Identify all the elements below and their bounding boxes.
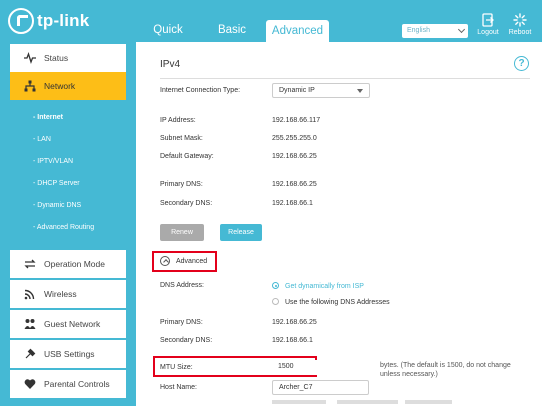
sidebar: Status Network - Internet - LAN - IPTV/V… [0,42,136,406]
swap-icon [24,259,36,269]
sidebar-item-label: Status [44,53,69,63]
primary-dns-value: 192.168.66.25 [272,181,317,188]
ip-address-label: IP Address: [160,117,196,124]
release-button[interactable]: Release [220,224,262,241]
host-name-label: Host Name: [160,384,197,391]
help-button[interactable]: ? [514,56,529,71]
clipped-text-row [272,400,452,404]
main-panel: IPv4 ? Internet Connection Type: Dynamic… [136,42,542,406]
section-title: IPv4 [160,59,181,70]
sidebar-item-network[interactable]: Network [10,72,126,100]
dns-auto-label: Get dynamically from ISP [285,283,364,290]
primary-dns-label: Primary DNS: [160,181,203,188]
adv-secondary-dns-value: 192.168.66.1 [272,337,313,344]
sidebar-item-status[interactable]: Status [10,44,126,72]
default-gateway-value: 192.168.66.25 [272,153,317,160]
language-select[interactable]: English [402,24,468,38]
secondary-dns-value: 192.168.66.1 [272,200,313,207]
dropdown-arrow-icon [357,89,363,93]
reboot-label: Reboot [508,29,532,36]
usb-icon [25,348,36,359]
sidebar-item-usb-settings[interactable]: USB Settings [10,340,126,368]
sidebar-item-label: Network [44,81,76,91]
chevron-down-icon [457,25,466,34]
mtu-note: bytes. (The default is 1500, do not chan… [380,362,511,378]
sidebar-item-wireless[interactable]: Wireless [10,280,126,308]
logout-button[interactable]: Logout [473,13,503,36]
sidebar-subitem-dynamic-dns[interactable]: - Dynamic DNS [33,202,81,209]
default-gateway-label: Default Gateway: [160,153,214,160]
adv-primary-dns-value: 192.168.66.25 [272,319,317,326]
sidebar-item-guest-network[interactable]: Guest Network [10,310,126,338]
sidebar-subitem-dhcp-server[interactable]: - DHCP Server [33,180,80,187]
pulse-icon [24,52,36,64]
logout-icon [482,13,494,27]
sidebar-item-label: Guest Network [44,319,101,329]
connection-type-value: Dynamic IP [279,87,315,94]
logo-icon [8,8,34,34]
divider [160,78,530,79]
radio-unselected-icon [272,298,279,305]
host-name-input[interactable]: Archer_C7 [272,380,369,395]
sidebar-item-label: Wireless [44,289,77,299]
host-name-value: Archer_C7 [279,384,313,391]
dns-manual-radio[interactable]: Use the following DNS Addresses [272,298,390,306]
dns-address-label: DNS Address: [160,282,204,289]
network-icon [24,80,36,92]
advanced-toggle[interactable]: Advanced [160,256,207,266]
subnet-mask-label: Subnet Mask: [160,135,203,142]
tab-advanced[interactable]: Advanced [266,20,329,42]
wifi-icon [24,289,35,300]
dns-manual-label: Use the following DNS Addresses [285,299,390,306]
tab-quick-setup[interactable]: Quick Setup [140,18,196,60]
tab-basic[interactable]: Basic [217,18,247,42]
connection-type-label: Internet Connection Type: [160,87,241,94]
sidebar-subitem-iptv-vlan[interactable]: - IPTV/VLAN [33,158,73,165]
sidebar-subitem-internet[interactable]: - Internet [33,114,63,121]
radio-selected-icon [272,282,279,289]
connection-type-select[interactable]: Dynamic IP [272,83,370,98]
reboot-button[interactable]: Reboot [505,13,535,36]
adv-secondary-dns-label: Secondary DNS: [160,337,213,344]
logout-label: Logout [477,29,499,36]
sidebar-item-operation-mode[interactable]: Operation Mode [10,250,126,278]
brand-name: tp-link [37,11,90,30]
advanced-label: Advanced [176,257,208,265]
language-value: English [407,27,430,34]
adv-primary-dns-label: Primary DNS: [160,319,203,326]
mtu-size-input[interactable]: 1500 [272,360,369,375]
chevron-up-icon [160,256,170,266]
ip-address-value: 192.168.66.117 [272,117,321,124]
secondary-dns-label: Secondary DNS: [160,200,213,207]
subnet-mask-value: 255.255.255.0 [272,135,317,142]
renew-button[interactable]: Renew [160,224,204,241]
heart-icon [24,379,36,389]
reboot-icon [513,13,527,27]
mtu-size-value: 1500 [278,363,294,370]
sidebar-item-label: Operation Mode [44,259,105,269]
guest-icon [24,319,36,329]
sidebar-item-label: USB Settings [44,349,95,359]
top-bar: tp-link Quick Setup Basic Advanced Engli… [0,0,542,60]
sidebar-item-label: Parental Controls [44,379,110,389]
dns-auto-radio[interactable]: Get dynamically from ISP [272,282,364,290]
mtu-size-label: MTU Size: [160,364,193,371]
sidebar-subitem-advanced-routing[interactable]: - Advanced Routing [33,224,94,231]
sidebar-subitem-lan[interactable]: - LAN [33,136,51,143]
sidebar-item-parental-controls[interactable]: Parental Controls [10,370,126,398]
tp-link-logo: tp-link [8,8,89,34]
